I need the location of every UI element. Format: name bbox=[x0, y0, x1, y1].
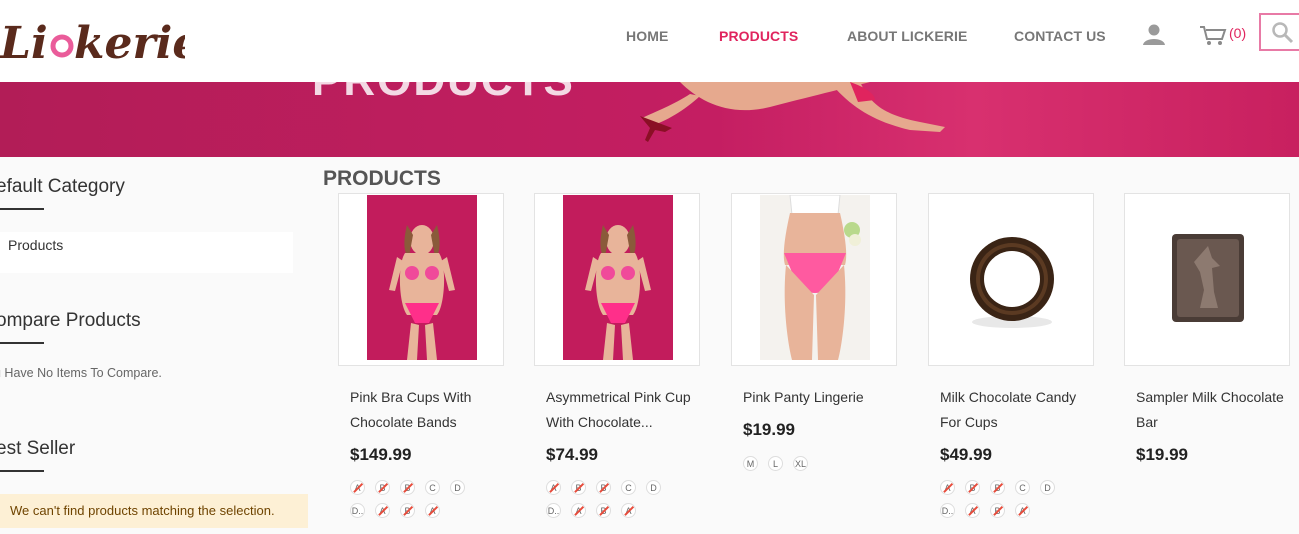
swatch-option[interactable]: D bbox=[1040, 480, 1055, 495]
product-price: $19.99 bbox=[1136, 445, 1188, 464]
product-image-link[interactable] bbox=[928, 193, 1094, 366]
cart-count: (0) bbox=[1229, 25, 1247, 41]
swatch-option[interactable]: B bbox=[596, 503, 611, 518]
product-price: $74.99 bbox=[546, 445, 598, 464]
swatch-option[interactable]: D.. bbox=[350, 503, 365, 518]
search-button[interactable] bbox=[1259, 13, 1299, 51]
warning-text: We can't find products matching the sele… bbox=[10, 503, 275, 518]
model-pink-bra-image bbox=[367, 195, 477, 360]
nav-contact[interactable]: CONTACT US bbox=[1014, 28, 1106, 44]
cart-link[interactable]: (0) bbox=[1199, 24, 1259, 48]
product-name-link[interactable]: Pink Panty Lingerie bbox=[743, 385, 893, 410]
product-image-link[interactable] bbox=[1124, 193, 1290, 366]
swatch-option[interactable]: B bbox=[571, 480, 586, 495]
swatch-option[interactable]: A bbox=[350, 480, 365, 495]
compare-products-label: ompare Products bbox=[0, 310, 141, 331]
product-image-link[interactable] bbox=[534, 193, 700, 366]
product-price: $49.99 bbox=[940, 445, 992, 464]
swatch-option[interactable]: D bbox=[646, 480, 661, 495]
swatch-option[interactable]: L bbox=[768, 456, 783, 471]
swatch-option[interactable]: A bbox=[571, 503, 586, 518]
swatch-option[interactable]: D.. bbox=[546, 503, 561, 518]
default-category-heading: efault Category bbox=[0, 176, 125, 210]
chocolate-bar-image bbox=[1172, 234, 1244, 322]
heading-underline bbox=[0, 470, 44, 472]
swatch-option[interactable]: A bbox=[425, 503, 440, 518]
user-account-icon[interactable] bbox=[1142, 24, 1166, 46]
nav-products[interactable]: PRODUCTS bbox=[719, 28, 798, 44]
category-item-label: Products bbox=[8, 237, 64, 253]
swatch-option[interactable]: A bbox=[965, 503, 980, 518]
product-name-link[interactable]: Pink Bra Cups With Chocolate Bands bbox=[350, 385, 500, 435]
banner-title: PRODUCTS bbox=[312, 82, 575, 106]
cart-icon bbox=[1200, 26, 1227, 45]
swatch-option[interactable]: A bbox=[546, 480, 561, 495]
swatch-option[interactable]: C bbox=[621, 480, 636, 495]
pink-panty-image bbox=[760, 195, 870, 360]
swatch-option[interactable]: A bbox=[1015, 503, 1030, 518]
compare-empty-note: u Have No Items To Compare. bbox=[0, 366, 162, 380]
swatch-option[interactable]: A bbox=[375, 503, 390, 518]
swatch-option[interactable]: M bbox=[743, 456, 758, 471]
swatch-option[interactable]: A bbox=[940, 480, 955, 495]
nav-home[interactable]: HOME bbox=[626, 28, 668, 44]
product-name-link[interactable]: Asymmetrical Pink Cup With Chocolate... bbox=[546, 385, 696, 435]
heading-underline bbox=[0, 208, 44, 210]
product-image-link[interactable] bbox=[338, 193, 504, 366]
swatch-option[interactable]: B bbox=[990, 503, 1005, 518]
default-category-label: efault Category bbox=[0, 176, 125, 197]
swatch-option[interactable]: A bbox=[621, 503, 636, 518]
swatch-option[interactable]: B bbox=[375, 480, 390, 495]
nav-about[interactable]: ABOUT LICKERIE bbox=[847, 28, 967, 44]
swatch-option[interactable]: D.. bbox=[940, 503, 955, 518]
products-heading: PRODUCTS bbox=[323, 167, 441, 190]
swatch-option[interactable]: D bbox=[450, 480, 465, 495]
chocolate-ring-image bbox=[970, 237, 1054, 328]
product-name-link[interactable]: Milk Chocolate Candy For Cups bbox=[940, 385, 1090, 435]
swatch-option[interactable]: C bbox=[1015, 480, 1030, 495]
compare-products-heading: ompare Products bbox=[0, 310, 141, 344]
swatch-option[interactable]: XL bbox=[793, 456, 808, 471]
product-price: $19.99 bbox=[743, 420, 795, 439]
model-pink-cup-image bbox=[563, 195, 673, 360]
site-header: Li kerie HOME PRODUCTS ABOUT LICKERIE CO… bbox=[0, 0, 1299, 82]
product-price: $149.99 bbox=[350, 445, 412, 464]
product-name-link[interactable]: Sampler Milk Chocolate Bar bbox=[1136, 385, 1286, 435]
swatch-option[interactable]: B bbox=[990, 480, 1005, 495]
heading-underline bbox=[0, 342, 44, 344]
best-seller-heading: est Seller bbox=[0, 438, 76, 472]
swatch-option[interactable]: B bbox=[400, 480, 415, 495]
banner-model-image bbox=[640, 82, 945, 142]
hero-banner: PRODUCTS bbox=[0, 82, 1299, 157]
product-image-link[interactable] bbox=[731, 193, 897, 366]
no-products-warning: We can't find products matching the sele… bbox=[0, 494, 308, 528]
swatch-option[interactable]: C bbox=[425, 480, 440, 495]
category-item-products[interactable]: Products bbox=[0, 232, 293, 273]
swatch-option[interactable]: B bbox=[965, 480, 980, 495]
swatch-option[interactable]: B bbox=[596, 480, 611, 495]
best-seller-label: est Seller bbox=[0, 438, 76, 459]
main-nav: HOME PRODUCTS ABOUT LICKERIE CONTACT US bbox=[0, 28, 1299, 48]
search-icon bbox=[1272, 22, 1294, 44]
swatch-option[interactable]: B bbox=[400, 503, 415, 518]
